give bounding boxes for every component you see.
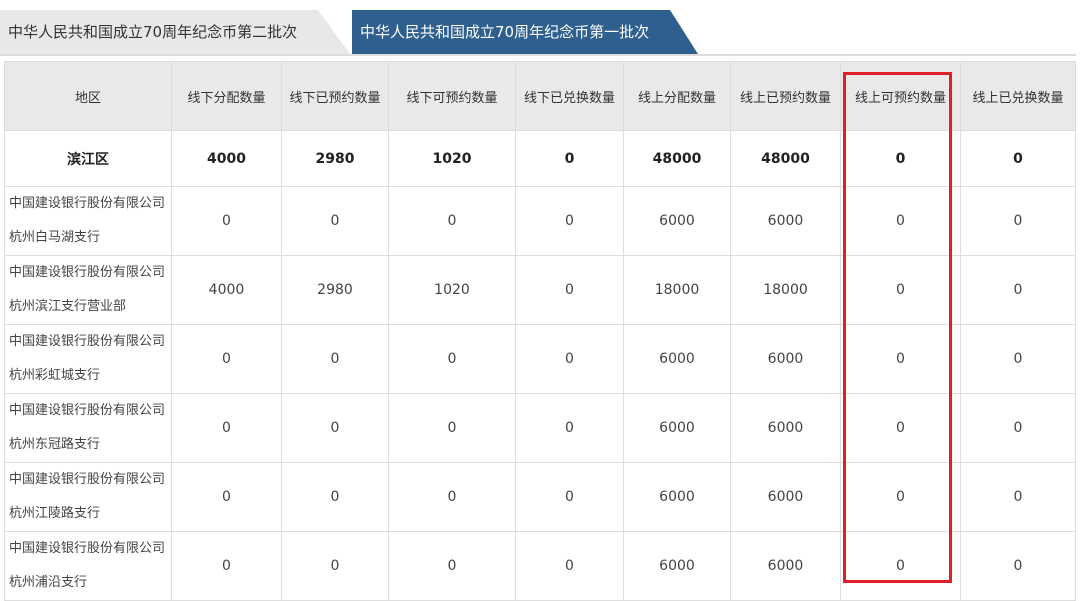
- value-cell: 6000: [623, 462, 731, 532]
- value-cell: 0: [960, 462, 1076, 532]
- bank-name: 中国建设银行股份有限公司: [9, 403, 166, 418]
- distribution-table-container: 地区 线下分配数量 线下已预约数量 线下可预约数量 线下已兑换数量 线上分配数量…: [4, 61, 1076, 601]
- header-region: 地区: [4, 61, 172, 131]
- value-cell: 6000: [730, 393, 841, 463]
- tab-second-batch[interactable]: 中华人民共和国成立70周年纪念币第二批次: [0, 10, 350, 54]
- value-cell: 0: [388, 186, 516, 256]
- value-cell: 0: [515, 255, 624, 325]
- region-cell: 中国建设银行股份有限公司 杭州彩虹城支行: [4, 324, 172, 394]
- value-cell: 18000: [623, 255, 731, 325]
- header-online-available: 线上可预约数量: [840, 61, 961, 131]
- total-cell: 4000: [171, 130, 282, 187]
- region-cell: 中国建设银行股份有限公司 杭州滨江支行营业部: [4, 255, 172, 325]
- branch-name: 杭州滨江支行营业部: [9, 299, 127, 314]
- header-online-reserved: 线上已预约数量: [730, 61, 841, 131]
- value-cell: 0: [515, 186, 624, 256]
- region-cell: 中国建设银行股份有限公司 杭州白马湖支行: [4, 186, 172, 256]
- branch-name: 杭州白马湖支行: [9, 230, 101, 245]
- header-online-redeemed: 线上已兑换数量: [960, 61, 1076, 131]
- value-cell: 0: [840, 255, 961, 325]
- value-cell: 2980: [281, 255, 389, 325]
- bank-name: 中国建设银行股份有限公司: [9, 334, 166, 349]
- bank-name: 中国建设银行股份有限公司: [9, 196, 166, 211]
- value-cell: 0: [171, 462, 282, 532]
- table-header-row: 地区 线下分配数量 线下已预约数量 线下可预约数量 线下已兑换数量 线上分配数量…: [4, 61, 1076, 131]
- value-cell: 0: [960, 324, 1076, 394]
- value-cell: 0: [840, 186, 961, 256]
- branch-name: 杭州浦沿支行: [9, 575, 88, 590]
- table-row: 中国建设银行股份有限公司 杭州浦沿支行 0 0 0 0 6000 6000 0 0: [4, 531, 1076, 601]
- table-row: 中国建设银行股份有限公司 杭州东冠路支行 0 0 0 0 6000 6000 0 0: [4, 393, 1076, 463]
- header-offline-allocated: 线下分配数量: [171, 61, 282, 131]
- total-cell: 0: [515, 130, 624, 187]
- value-cell: 0: [281, 531, 389, 601]
- value-cell: 0: [840, 393, 961, 463]
- region-cell: 中国建设银行股份有限公司 杭州东冠路支行: [4, 393, 172, 463]
- total-cell: 滨江区: [4, 130, 172, 187]
- total-cell: 48000: [623, 130, 731, 187]
- value-cell: 1020: [388, 255, 516, 325]
- total-cell: 48000: [730, 130, 841, 187]
- table-row: 中国建设银行股份有限公司 杭州彩虹城支行 0 0 0 0 6000 6000 0 0: [4, 324, 1076, 394]
- value-cell: 0: [388, 531, 516, 601]
- value-cell: 0: [171, 186, 282, 256]
- value-cell: 0: [171, 531, 282, 601]
- value-cell: 0: [515, 393, 624, 463]
- value-cell: 0: [388, 393, 516, 463]
- value-cell: 0: [515, 462, 624, 532]
- value-cell: 0: [171, 393, 282, 463]
- table-row: 中国建设银行股份有限公司 杭州滨江支行营业部 4000 2980 1020 0 18000 1…: [4, 255, 1076, 325]
- value-cell: 0: [840, 462, 961, 532]
- value-cell: 0: [388, 462, 516, 532]
- value-cell: 18000: [730, 255, 841, 325]
- value-cell: 0: [960, 393, 1076, 463]
- header-offline-reserved: 线下已预约数量: [281, 61, 389, 131]
- branch-name: 杭州彩虹城支行: [9, 368, 101, 383]
- value-cell: 0: [960, 255, 1076, 325]
- tab-first-batch[interactable]: 中华人民共和国成立70周年纪念币第一批次: [352, 10, 698, 54]
- total-cell: 0: [960, 130, 1076, 187]
- total-row: 滨江区 4000 2980 1020 0 48000 48000 0 0: [4, 130, 1076, 187]
- value-cell: 0: [515, 531, 624, 601]
- value-cell: 0: [171, 324, 282, 394]
- header-online-allocated: 线上分配数量: [623, 61, 731, 131]
- value-cell: 6000: [623, 393, 731, 463]
- distribution-table: 地区 线下分配数量 线下已预约数量 线下可预约数量 线下已兑换数量 线上分配数量…: [4, 61, 1076, 601]
- value-cell: 6000: [730, 531, 841, 601]
- value-cell: 0: [281, 393, 389, 463]
- tab-bar: 中华人民共和国成立70周年纪念币第二批次 中华人民共和国成立70周年纪念币第一批…: [0, 10, 1080, 56]
- value-cell: 6000: [730, 462, 841, 532]
- region-cell: 中国建设银行股份有限公司 杭州江陵路支行: [4, 462, 172, 532]
- branch-name: 杭州江陵路支行: [9, 506, 101, 521]
- value-cell: 6000: [730, 186, 841, 256]
- bank-name: 中国建设银行股份有限公司: [9, 472, 166, 487]
- tab-divider: [0, 54, 1076, 56]
- bank-name: 中国建设银行股份有限公司: [9, 265, 166, 280]
- bank-name: 中国建设银行股份有限公司: [9, 541, 166, 556]
- table-row: 中国建设银行股份有限公司 杭州白马湖支行 0 0 0 0 6000 6000 0 0: [4, 186, 1076, 256]
- value-cell: 0: [281, 186, 389, 256]
- value-cell: 6000: [623, 186, 731, 256]
- value-cell: 0: [840, 531, 961, 601]
- value-cell: 0: [388, 324, 516, 394]
- table-row: 中国建设银行股份有限公司 杭州江陵路支行 0 0 0 0 6000 6000 0 0: [4, 462, 1076, 532]
- value-cell: 0: [840, 324, 961, 394]
- value-cell: 6000: [623, 324, 731, 394]
- header-offline-available: 线下可预约数量: [388, 61, 516, 131]
- header-offline-redeemed: 线下已兑换数量: [515, 61, 624, 131]
- value-cell: 0: [281, 324, 389, 394]
- total-cell: 0: [840, 130, 961, 187]
- value-cell: 0: [515, 324, 624, 394]
- branch-name: 杭州东冠路支行: [9, 437, 101, 452]
- value-cell: 6000: [623, 531, 731, 601]
- value-cell: 0: [960, 186, 1076, 256]
- value-cell: 6000: [730, 324, 841, 394]
- value-cell: 0: [960, 531, 1076, 601]
- value-cell: 4000: [171, 255, 282, 325]
- total-cell: 2980: [281, 130, 389, 187]
- value-cell: 0: [281, 462, 389, 532]
- region-cell: 中国建设银行股份有限公司 杭州浦沿支行: [4, 531, 172, 601]
- total-cell: 1020: [388, 130, 516, 187]
